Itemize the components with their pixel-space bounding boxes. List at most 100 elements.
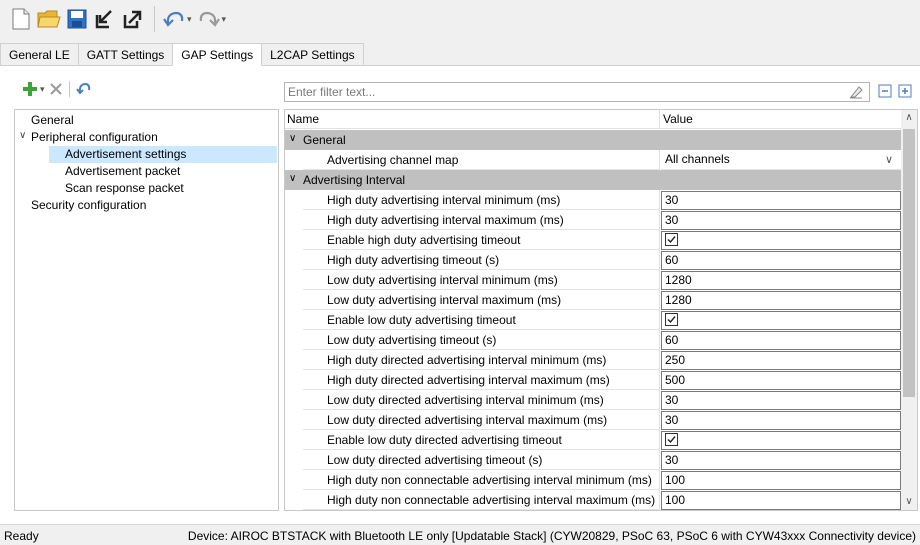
tree-item-advertisement-settings[interactable]: Advertisement settings	[49, 146, 277, 163]
filter-input[interactable]	[285, 83, 825, 101]
property-row: Low duty advertising interval maximum (m…	[285, 290, 901, 310]
column-divider[interactable]	[659, 110, 660, 129]
value-input[interactable]: 1280	[661, 291, 901, 310]
value-input[interactable]: 30	[661, 411, 901, 430]
checkbox[interactable]	[665, 433, 678, 446]
chevron-down-icon[interactable]: ∨	[885, 152, 893, 168]
scrollbar-thumb[interactable]	[903, 129, 915, 397]
value-input[interactable]: 500	[661, 371, 901, 390]
scroll-up-icon[interactable]: ∧	[901, 110, 917, 126]
select-value: All channels	[665, 152, 730, 166]
vertical-scrollbar[interactable]: ∧ ∨	[901, 110, 917, 510]
column-divider	[659, 230, 660, 250]
scroll-down-icon[interactable]: ∨	[901, 494, 917, 510]
tree-item-security-configuration[interactable]: Security configuration	[31, 197, 271, 214]
redo-dropdown-icon[interactable]: ▾	[222, 14, 227, 25]
property-label: Enable high duty advertising timeout	[327, 233, 521, 247]
property-grid: Name Value ∨ General Advertising channel…	[284, 109, 918, 511]
open-folder-icon[interactable]	[36, 5, 62, 33]
tree-toolbar: ▾	[22, 79, 92, 99]
delete-icon[interactable]	[49, 82, 63, 96]
column-divider	[659, 450, 660, 470]
column-divider	[659, 410, 660, 430]
property-label: Advertising channel map	[327, 153, 459, 167]
property-label: Low duty directed advertising interval m…	[327, 413, 608, 427]
collapse-all-icon[interactable]	[878, 84, 894, 100]
restore-icon[interactable]	[75, 81, 92, 97]
column-divider	[659, 150, 660, 170]
tab-general-le[interactable]: General LE	[0, 43, 79, 66]
add-icon[interactable]	[22, 81, 38, 97]
status-text: Ready	[4, 529, 39, 543]
toolbar-separator	[68, 81, 70, 97]
tree-item-peripheral-configuration[interactable]: Peripheral configuration	[31, 129, 271, 146]
property-row: Low duty advertising interval minimum (m…	[285, 270, 901, 290]
new-file-icon[interactable]	[8, 5, 34, 33]
export-icon[interactable]	[120, 5, 146, 33]
collapse-chevron-icon[interactable]: ∨	[289, 173, 296, 184]
property-row: High duty advertising timeout (s) 60	[285, 250, 901, 270]
property-label: High duty advertising timeout (s)	[327, 253, 500, 267]
value-input[interactable]: 30	[661, 451, 901, 470]
add-dropdown-icon[interactable]: ▾	[40, 84, 45, 95]
tree-item-scan-response-packet[interactable]: Scan response packet	[65, 180, 265, 197]
property-label: High duty non connectable advertising in…	[327, 473, 652, 487]
tree-item-advertisement-packet[interactable]: Advertisement packet	[65, 163, 265, 180]
status-bar: Ready Device: AIROC BTSTACK with Bluetoo…	[0, 524, 920, 545]
property-label: High duty advertising interval minimum (…	[327, 193, 561, 207]
save-icon[interactable]	[64, 5, 90, 33]
property-row: Enable low duty advertising timeout	[285, 310, 901, 330]
property-row: High duty advertising interval maximum (…	[285, 210, 901, 230]
category-advertising-interval[interactable]: ∨ Advertising Interval	[285, 170, 901, 190]
clear-filter-icon[interactable]	[849, 85, 863, 102]
value-input[interactable]: 1280	[661, 271, 901, 290]
tab-gap-settings[interactable]: GAP Settings	[172, 43, 263, 66]
value-input[interactable]: 250	[661, 351, 901, 370]
redo-icon[interactable]	[196, 5, 222, 33]
tree-item-general[interactable]: General	[31, 112, 271, 129]
collapse-chevron-icon[interactable]: ∨	[289, 133, 296, 144]
property-label: Low duty advertising interval minimum (m…	[327, 273, 558, 287]
property-label: Low duty directed advertising timeout (s…	[327, 453, 543, 467]
checkbox[interactable]	[665, 313, 678, 326]
value-input[interactable]: 60	[661, 251, 901, 270]
property-row: High duty advertising interval minimum (…	[285, 190, 901, 210]
grid-header: Name Value	[285, 110, 901, 129]
undo-dropdown-icon[interactable]: ▾	[187, 14, 192, 25]
property-row: Low duty directed advertising interval m…	[285, 390, 901, 410]
value-input[interactable]: 60	[661, 331, 901, 350]
column-divider	[659, 350, 660, 370]
advertising-channel-map-select[interactable]: All channels ∨	[661, 151, 901, 170]
value-input[interactable]: 30	[661, 191, 901, 210]
toolbar: ▾ ▾	[0, 0, 920, 38]
column-divider	[659, 490, 660, 510]
toolbar-separator	[154, 6, 155, 32]
property-row: Low duty directed advertising timeout (s…	[285, 450, 901, 470]
value-cell	[661, 311, 901, 330]
category-general[interactable]: ∨ General	[285, 130, 901, 150]
value-input[interactable]: 30	[661, 391, 901, 410]
import-icon[interactable]	[92, 5, 118, 33]
property-label: High duty non connectable advertising in…	[327, 493, 656, 507]
property-label: Low duty directed advertising interval m…	[327, 393, 604, 407]
property-label: High duty advertising interval maximum (…	[327, 213, 564, 227]
expand-all-icon[interactable]	[898, 84, 914, 100]
property-label: Low duty advertising timeout (s)	[327, 333, 497, 347]
column-header-value[interactable]: Value	[663, 112, 693, 126]
tab-gatt-settings[interactable]: GATT Settings	[77, 43, 174, 66]
column-header-name[interactable]: Name	[287, 112, 319, 126]
undo-icon[interactable]	[161, 5, 187, 33]
value-input[interactable]: 100	[661, 491, 901, 510]
expand-chevron-icon[interactable]: ∨	[19, 130, 26, 141]
value-input[interactable]: 30	[661, 211, 901, 230]
checkbox[interactable]	[665, 233, 678, 246]
category-label: General	[303, 133, 346, 147]
column-divider	[659, 310, 660, 330]
column-divider	[659, 470, 660, 490]
value-input[interactable]: 100	[661, 471, 901, 490]
tab-l2cap-settings[interactable]: L2CAP Settings	[261, 43, 364, 66]
property-row: Advertising channel map All channels ∨	[285, 150, 901, 170]
property-label: High duty directed advertising interval …	[327, 373, 610, 387]
property-row: Enable high duty advertising timeout	[285, 230, 901, 250]
device-info: Device: AIROC BTSTACK with Bluetooth LE …	[187, 529, 916, 543]
